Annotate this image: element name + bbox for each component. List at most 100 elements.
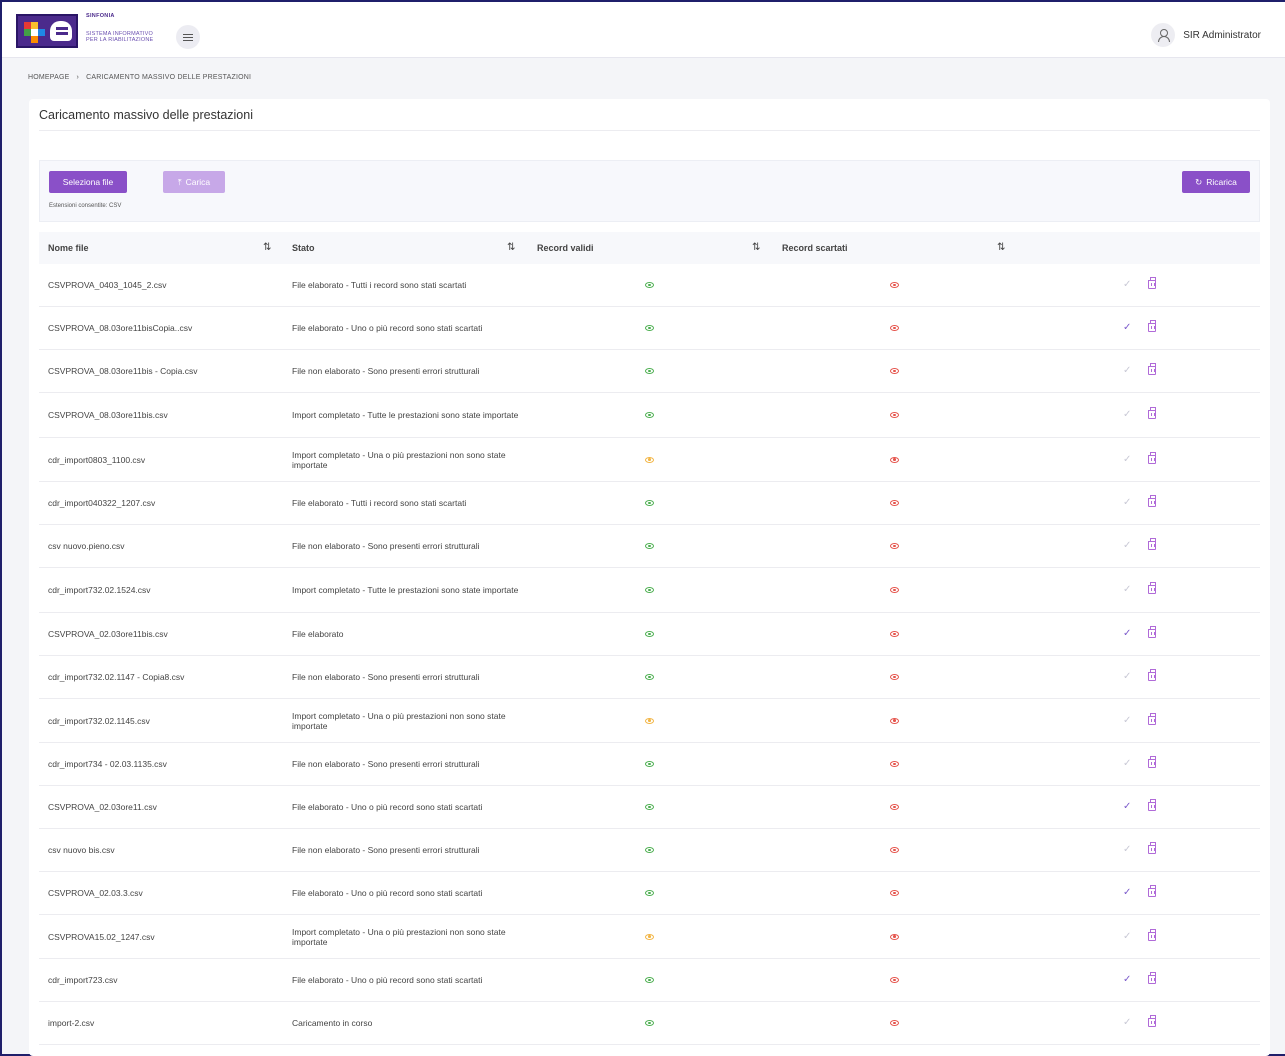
- confirm-check-icon[interactable]: ✓: [1123, 974, 1131, 986]
- confirm-check-icon[interactable]: ✓: [1123, 628, 1131, 640]
- delete-icon[interactable]: [1148, 582, 1156, 594]
- confirm-check-icon[interactable]: ✓: [1123, 540, 1131, 552]
- menu-toggle-button[interactable]: [176, 25, 200, 49]
- select-file-button[interactable]: Seleziona file: [49, 171, 127, 193]
- confirm-check-icon[interactable]: ✓: [1123, 409, 1131, 421]
- title-divider: [39, 130, 1260, 131]
- view-discarded-records-icon[interactable]: [890, 977, 899, 983]
- delete-icon[interactable]: [1148, 363, 1156, 375]
- user-icon: [1151, 23, 1176, 47]
- delete-icon[interactable]: [1148, 712, 1156, 725]
- refresh-icon: ↻: [1195, 176, 1203, 187]
- confirm-check-icon[interactable]: ✓: [1123, 671, 1131, 683]
- view-discarded-records-icon[interactable]: [890, 890, 899, 896]
- view-valid-records-icon[interactable]: [645, 587, 654, 593]
- sort-icon[interactable]: ⇅: [507, 242, 515, 253]
- delete-icon[interactable]: [1148, 669, 1156, 681]
- reload-button[interactable]: ↻ Ricarica: [1182, 171, 1250, 193]
- delete-icon[interactable]: [1148, 320, 1156, 332]
- view-valid-records-icon[interactable]: [645, 500, 654, 506]
- view-discarded-records-icon[interactable]: [890, 282, 899, 288]
- table-row: CSVPROVA_02.03ore11bis.csv File elaborato…: [39, 613, 1260, 656]
- view-discarded-records-icon[interactable]: [890, 587, 899, 593]
- header-valid-records[interactable]: Record validi: [537, 243, 594, 253]
- breadcrumb-home[interactable]: HOMEPAGE: [28, 74, 70, 81]
- delete-icon[interactable]: [1148, 495, 1156, 507]
- confirm-check-icon[interactable]: ✓: [1123, 365, 1131, 377]
- delete-icon[interactable]: [1148, 842, 1156, 854]
- view-valid-records-icon[interactable]: [645, 977, 654, 983]
- view-discarded-records-icon[interactable]: [890, 456, 899, 463]
- confirm-check-icon[interactable]: ✓: [1123, 844, 1131, 856]
- delete-icon[interactable]: [1148, 885, 1156, 897]
- view-discarded-records-icon[interactable]: [890, 368, 899, 374]
- view-valid-records-icon[interactable]: [645, 282, 654, 288]
- view-valid-records-icon[interactable]: [645, 631, 654, 637]
- delete-icon[interactable]: [1148, 799, 1156, 811]
- view-valid-records-icon[interactable]: [645, 847, 654, 853]
- upload-button[interactable]: ⤒ Carica: [163, 171, 225, 193]
- confirm-check-icon[interactable]: ✓: [1123, 454, 1131, 466]
- confirm-check-icon[interactable]: ✓: [1123, 801, 1131, 813]
- header-name[interactable]: Nome file: [48, 243, 89, 253]
- view-discarded-records-icon[interactable]: [890, 717, 899, 724]
- view-discarded-records-icon[interactable]: [890, 500, 899, 506]
- delete-icon[interactable]: [1148, 538, 1156, 550]
- view-discarded-records-icon[interactable]: [890, 325, 899, 331]
- delete-icon[interactable]: [1148, 972, 1156, 984]
- view-discarded-records-icon[interactable]: [890, 804, 899, 810]
- view-discarded-records-icon[interactable]: [890, 631, 899, 637]
- view-discarded-records-icon[interactable]: [890, 412, 899, 418]
- confirm-check-icon[interactable]: ✓: [1123, 1017, 1131, 1029]
- confirm-check-icon[interactable]: ✓: [1123, 931, 1131, 943]
- sort-icon[interactable]: ⇅: [997, 242, 1005, 253]
- main-card: Caricamento massivo delle prestazioni Se…: [29, 99, 1270, 1056]
- view-discarded-records-icon[interactable]: [890, 543, 899, 549]
- table-row: cdr_import732.02.1147 - Copia8.csv File n…: [39, 656, 1260, 699]
- confirm-check-icon[interactable]: ✓: [1123, 279, 1131, 291]
- header-discarded-records[interactable]: Record scartati: [782, 243, 848, 253]
- sort-icon[interactable]: ⇅: [263, 242, 271, 253]
- delete-icon[interactable]: [1148, 626, 1156, 638]
- sort-icon[interactable]: ⇅: [752, 242, 760, 253]
- view-valid-records-icon[interactable]: [645, 890, 654, 896]
- user-menu[interactable]: SIR Administrator: [1151, 23, 1261, 47]
- upload-icon: ⤒: [177, 176, 182, 187]
- delete-icon[interactable]: [1148, 756, 1156, 768]
- view-valid-records-icon[interactable]: [645, 543, 654, 549]
- view-valid-records-icon[interactable]: [645, 933, 654, 940]
- table-row: cdr_import734 - 02.03.1135.csv File non e…: [39, 743, 1260, 786]
- confirm-check-icon[interactable]: ✓: [1123, 887, 1131, 899]
- file-status: Import completato - Tutte le prestazioni…: [292, 585, 519, 595]
- view-discarded-records-icon[interactable]: [890, 761, 899, 767]
- file-status: Import completato - Una o più prestazion…: [292, 926, 506, 947]
- view-valid-records-icon[interactable]: [645, 717, 654, 724]
- delete-icon[interactable]: [1148, 407, 1156, 419]
- view-valid-records-icon[interactable]: [645, 1020, 654, 1026]
- delete-icon[interactable]: [1148, 451, 1156, 464]
- confirm-check-icon[interactable]: ✓: [1123, 715, 1131, 727]
- table-row: CSVPROVA_0403_1045_2.csv File elaborato -…: [39, 264, 1260, 307]
- confirm-check-icon[interactable]: ✓: [1123, 758, 1131, 770]
- sinfonia-logo[interactable]: [16, 14, 78, 48]
- view-valid-records-icon[interactable]: [645, 368, 654, 374]
- view-valid-records-icon[interactable]: [645, 412, 654, 418]
- view-valid-records-icon[interactable]: [645, 456, 654, 463]
- confirm-check-icon[interactable]: ✓: [1123, 584, 1131, 596]
- confirm-check-icon[interactable]: ✓: [1123, 322, 1131, 334]
- view-valid-records-icon[interactable]: [645, 761, 654, 767]
- view-discarded-records-icon[interactable]: [890, 933, 899, 940]
- view-valid-records-icon[interactable]: [645, 325, 654, 331]
- header-status[interactable]: Stato: [292, 243, 315, 253]
- view-discarded-records-icon[interactable]: [890, 847, 899, 853]
- file-status: File non elaborato - Sono presenti error…: [292, 541, 480, 551]
- view-discarded-records-icon[interactable]: [890, 674, 899, 680]
- delete-icon[interactable]: [1148, 277, 1156, 289]
- view-valid-records-icon[interactable]: [645, 804, 654, 810]
- view-valid-records-icon[interactable]: [645, 674, 654, 680]
- confirm-check-icon[interactable]: ✓: [1123, 497, 1131, 509]
- delete-icon[interactable]: [1148, 1015, 1156, 1027]
- view-discarded-records-icon[interactable]: [890, 1020, 899, 1026]
- file-status: File elaborato - Uno o più record sono s…: [292, 323, 483, 333]
- delete-icon[interactable]: [1148, 928, 1156, 941]
